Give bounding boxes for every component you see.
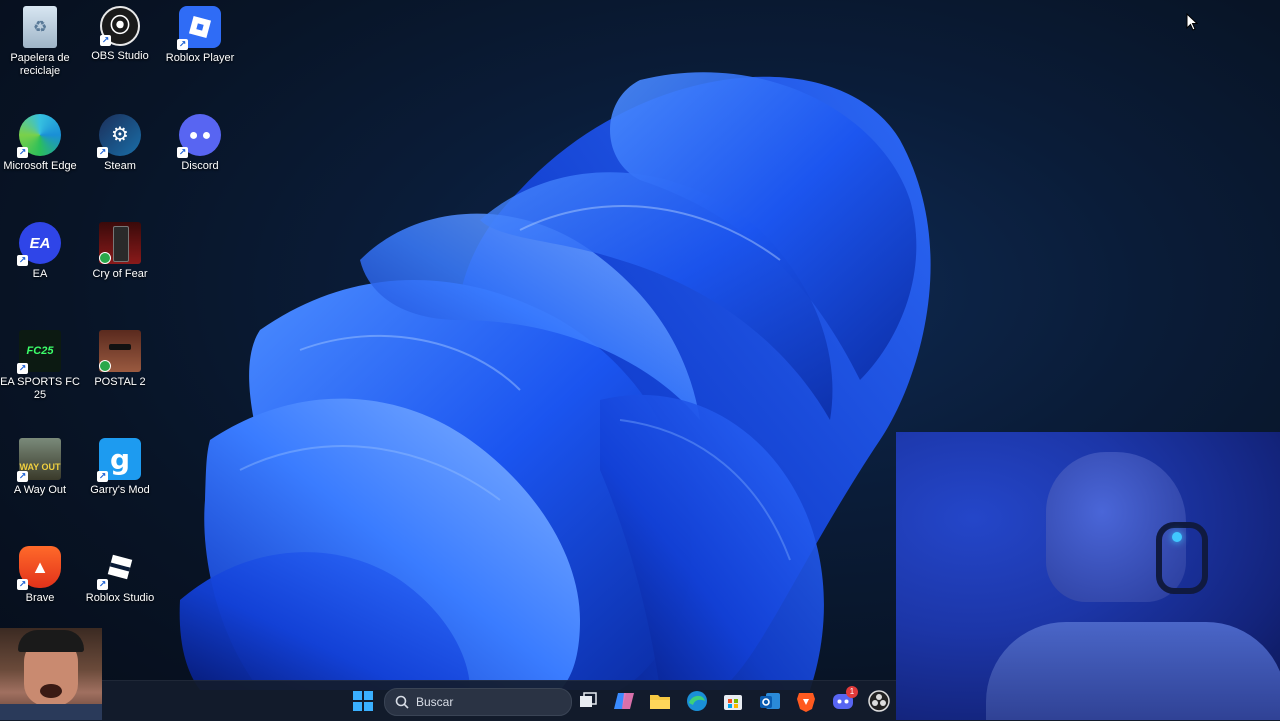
start-button[interactable]: [351, 689, 375, 713]
desktop-icon-garrys-mod[interactable]: g ↗ Garry's Mod: [80, 432, 160, 532]
fc25-icon: FC25 ↗: [17, 330, 61, 374]
roblox-icon: ↗: [177, 6, 221, 50]
desktop-icon-label: Brave: [25, 592, 55, 604]
desktop-icon-roblox-studio[interactable]: ↗ Roblox Studio: [80, 540, 160, 640]
edge-icon: ↗: [17, 114, 61, 158]
desktop-icon-a-way-out[interactable]: WAY OUT ↗ A Way Out: [0, 432, 80, 532]
search-icon: [395, 695, 409, 709]
desktop-icon-label: Steam: [104, 160, 136, 172]
desktop-icon-label: POSTAL 2: [94, 376, 146, 388]
shortcut-arrow-icon: ↗: [177, 39, 188, 50]
desktop-icon-label: Roblox Studio: [85, 592, 155, 604]
sync-status-icon: [99, 252, 111, 264]
steam-icon: ⚙ ↗: [97, 114, 141, 158]
desktop-icon-label: Discord: [181, 160, 219, 172]
discord-taskbar-button[interactable]: 1: [831, 686, 858, 713]
edge-icon: [687, 691, 707, 711]
desktop-icon-label: OBS Studio: [91, 50, 149, 62]
shortcut-arrow-icon: ↗: [100, 35, 111, 46]
webcam-overlay-large: [896, 432, 1280, 720]
desktop-icon-label: Papelera de reciclaje: [10, 52, 70, 77]
copilot-icon: [614, 693, 634, 709]
desktop-icon-label: Garry's Mod: [90, 484, 150, 496]
desktop-icon-ea-sports-fc-25[interactable]: FC25 ↗ EA SPORTS FC 25: [0, 324, 80, 424]
shortcut-arrow-icon: ↗: [97, 579, 108, 590]
desktop-icon-discord[interactable]: ● ● ↗ Discord: [160, 108, 240, 208]
recycle-bin-icon: ♻: [23, 6, 57, 48]
shortcut-arrow-icon: ↗: [97, 471, 108, 482]
mouth-shape: [40, 684, 62, 698]
shortcut-arrow-icon: ↗: [97, 147, 108, 158]
desktop-icon-label: EA SPORTS FC 25: [0, 376, 80, 401]
taskbar-search-box[interactable]: Buscar: [384, 688, 572, 716]
desktop-icon-label: Cry of Fear: [92, 268, 148, 280]
desktop-icon-label: Microsoft Edge: [3, 160, 77, 172]
desktop-icon-recycle-bin[interactable]: ♻ Papelera de reciclaje: [0, 0, 80, 100]
task-view-button[interactable]: [576, 689, 600, 713]
desktop-icon-label: A Way Out: [13, 484, 67, 496]
edge-taskbar-button[interactable]: [685, 689, 709, 713]
shortcut-arrow-icon: ↗: [17, 363, 28, 374]
store-button[interactable]: [721, 689, 745, 713]
shortcut-arrow-icon: ↗: [17, 147, 28, 158]
desktop-icon-label: EA: [32, 268, 48, 280]
obs-icon: ⦿ ↗: [100, 6, 140, 46]
headset-light: [1172, 532, 1182, 542]
notification-badge: 1: [846, 686, 858, 698]
postal2-icon: [99, 330, 141, 372]
shortcut-arrow-icon: ↗: [17, 471, 28, 482]
desktop-icon-postal-2[interactable]: POSTAL 2: [80, 324, 160, 424]
desktop-icon-label: Roblox Player: [165, 52, 235, 64]
cry-of-fear-icon: [99, 222, 141, 264]
search-placeholder: Buscar: [416, 695, 454, 709]
file-explorer-icon: [650, 695, 670, 709]
desktop-icon-roblox-player[interactable]: ↗ Roblox Player: [160, 0, 240, 100]
obs-icon: [868, 690, 890, 712]
brave-icon: [797, 693, 815, 712]
store-icon: [724, 695, 742, 710]
outlook-icon: [760, 693, 780, 709]
discord-icon: ● ● ↗: [177, 114, 221, 158]
desktop-icon-cry-of-fear[interactable]: Cry of Fear: [80, 216, 160, 316]
desktop-icon-grid: ♻ Papelera de reciclaje ⦿ ↗ OBS Studio ↗…: [0, 0, 260, 640]
sync-status-icon: [99, 360, 111, 372]
shortcut-arrow-icon: ↗: [177, 147, 188, 158]
mouse-cursor-icon: [1186, 13, 1198, 31]
desktop-icon-microsoft-edge[interactable]: ↗ Microsoft Edge: [0, 108, 80, 208]
desktop-icon-ea[interactable]: EA ↗ EA: [0, 216, 80, 316]
desktop-icon-steam[interactable]: ⚙ ↗ Steam: [80, 108, 160, 208]
garrys-mod-icon: g ↗: [97, 438, 141, 482]
brave-icon: ▲ ↗: [17, 546, 61, 590]
webcam-overlay-small: [0, 628, 102, 720]
copilot-button[interactable]: [612, 689, 636, 713]
headset-shape: [18, 630, 84, 652]
shirt-shape: [0, 704, 102, 720]
hoodie-shape: [986, 622, 1280, 720]
roblox-studio-icon: ↗: [97, 546, 141, 590]
shortcut-arrow-icon: ↗: [17, 579, 28, 590]
desktop-icon-obs-studio[interactable]: ⦿ ↗ OBS Studio: [80, 0, 160, 100]
ea-icon: EA ↗: [17, 222, 61, 266]
outlook-button[interactable]: [758, 689, 782, 713]
file-explorer-button[interactable]: [648, 689, 672, 713]
a-way-out-icon: WAY OUT ↗: [17, 438, 61, 482]
task-view-icon: [580, 692, 597, 707]
desktop-icon-brave[interactable]: ▲ ↗ Brave: [0, 540, 80, 640]
shortcut-arrow-icon: ↗: [17, 255, 28, 266]
headset-shape: [1156, 522, 1208, 594]
start-icon: [353, 691, 373, 711]
brave-taskbar-button[interactable]: [794, 689, 818, 713]
obs-taskbar-button[interactable]: [867, 689, 891, 713]
